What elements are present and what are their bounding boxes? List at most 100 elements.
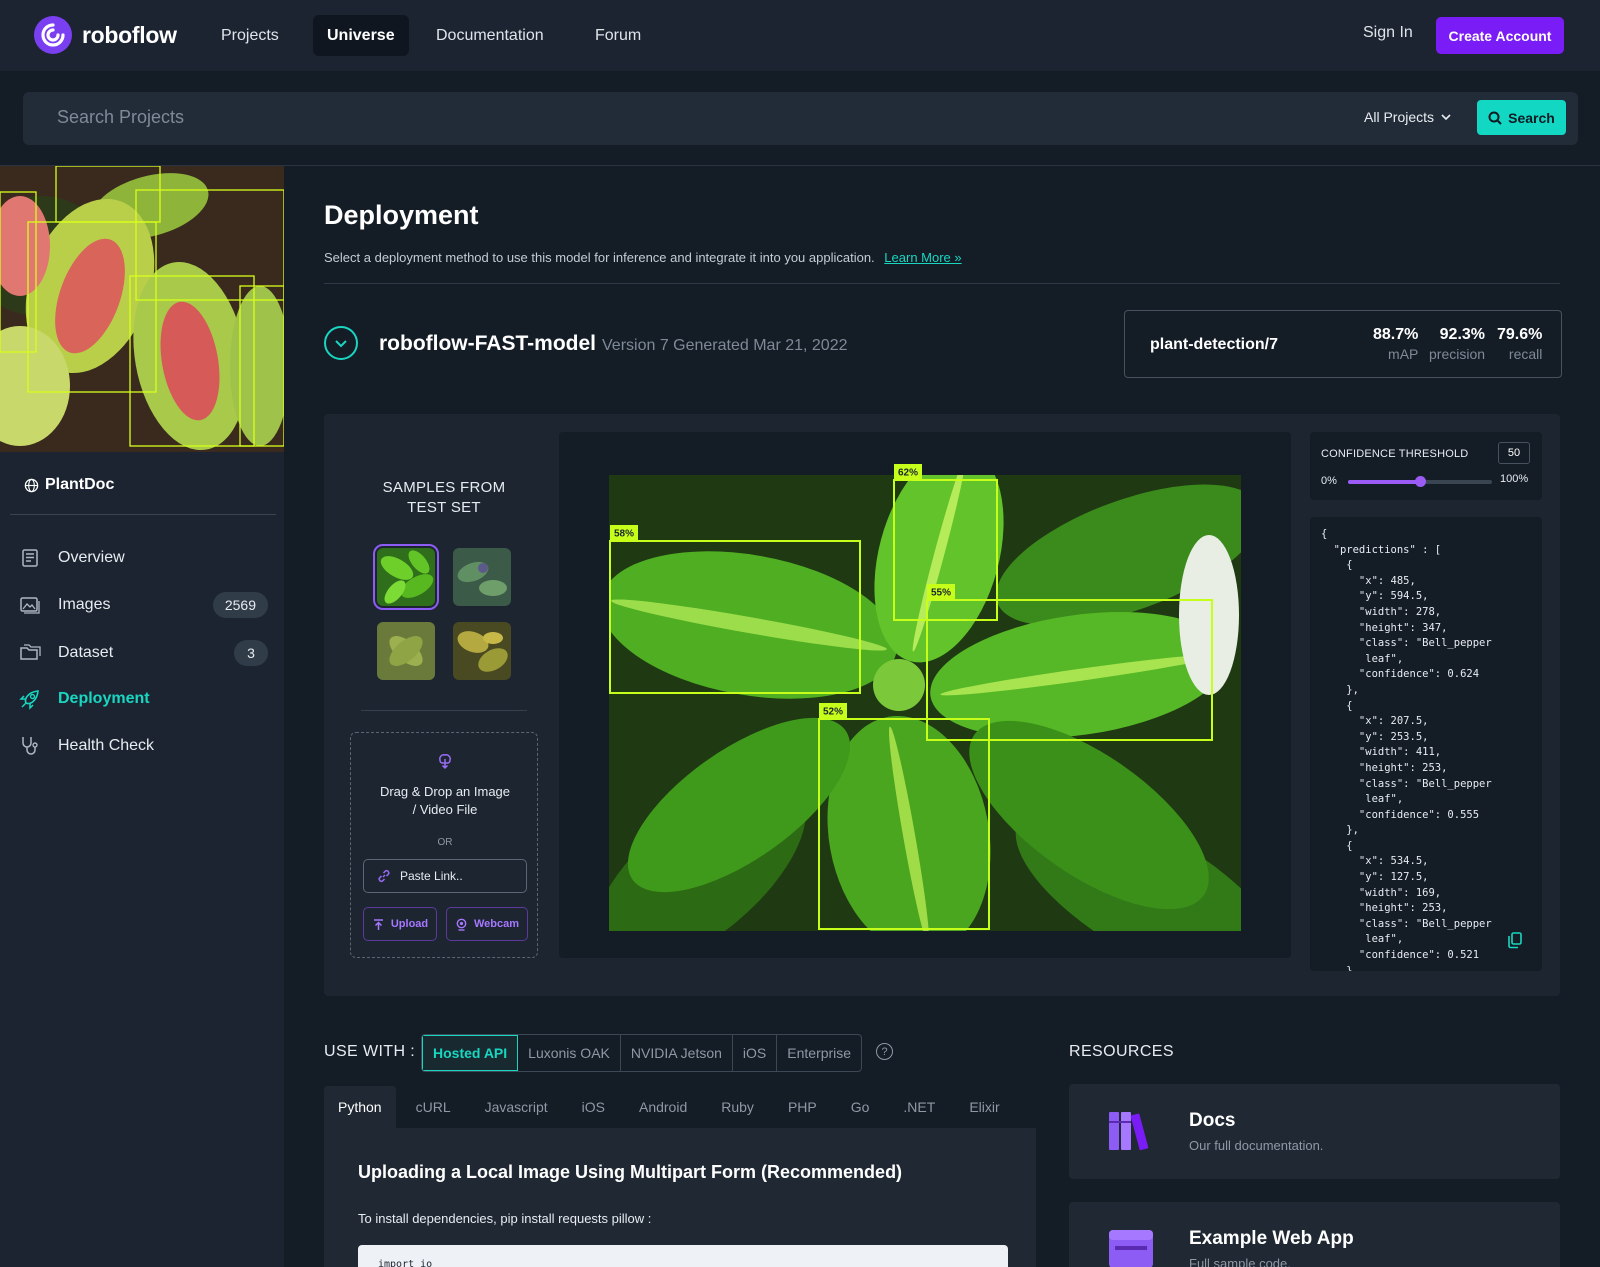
search-input[interactable]: [57, 107, 957, 128]
content-divider: [324, 283, 1560, 284]
resource-subtitle: Full sample code.: [1189, 1256, 1291, 1267]
project-name[interactable]: PlantDoc: [24, 476, 114, 494]
sidebar-item-label: Images: [58, 596, 111, 613]
inference-panel: SAMPLES FROM TEST SET Drag & Drop an Ima…: [324, 414, 1560, 996]
roboflow-logo-icon: [34, 16, 72, 54]
threshold-slider-fill: [1348, 480, 1420, 484]
detection-confidence-label: 52%: [823, 707, 843, 718]
code-block[interactable]: import io: [358, 1245, 1008, 1267]
sign-in-link[interactable]: Sign In: [1363, 24, 1413, 42]
tab-python[interactable]: Python: [324, 1086, 396, 1128]
sidebar-divider: [10, 514, 276, 515]
threshold-slider[interactable]: [1348, 476, 1492, 487]
threshold-value-input[interactable]: 50: [1498, 442, 1530, 464]
create-account-button[interactable]: Create Account: [1436, 17, 1564, 54]
images-count-badge: 2569: [212, 592, 268, 618]
target-luxonis-oak[interactable]: Luxonis OAK: [518, 1035, 621, 1071]
samples-title-line: TEST SET: [407, 499, 481, 516]
chevron-down-icon: [1441, 114, 1451, 121]
metric-value: 92.3%: [1439, 326, 1486, 343]
globe-icon: [24, 478, 39, 492]
resource-subtitle: Our full documentation.: [1189, 1138, 1324, 1153]
upload-button-label: Upload: [390, 918, 429, 930]
sidebar-item-health-check[interactable]: Health Check: [18, 731, 268, 761]
detection-box: 52%: [818, 703, 990, 930]
samples-title-line: SAMPLES FROM: [382, 479, 506, 496]
target-nvidia-jetson[interactable]: NVIDIA Jetson: [621, 1035, 733, 1071]
detection-overlay: 62% 58% 55% 52%: [609, 464, 1213, 930]
metric-value: 79.6%: [1497, 326, 1543, 343]
resource-card-docs[interactable]: Docs Our full documentation.: [1069, 1084, 1560, 1179]
metric-value: 88.7%: [1373, 326, 1419, 343]
target-enterprise[interactable]: Enterprise: [777, 1035, 861, 1071]
code-panel: Uploading a Local Image Using Multipart …: [324, 1128, 1036, 1267]
nav-forum[interactable]: Forum: [581, 15, 655, 56]
sample-thumbnail[interactable]: [373, 544, 439, 610]
search-scope-dropdown[interactable]: All Projects: [1364, 109, 1452, 125]
learn-more-link[interactable]: Learn More »: [884, 250, 961, 265]
metric-map: 88.7% mAP: [1373, 326, 1418, 362]
document-icon: [18, 546, 42, 570]
paste-link-input[interactable]: Paste Link..: [363, 859, 527, 893]
folder-icon: [18, 641, 42, 665]
sample-thumbnail[interactable]: [377, 622, 435, 680]
predictions-json-panel: { "predictions" : [ { "x": 485, "y": 594…: [1310, 517, 1542, 971]
sidebar-item-dataset[interactable]: Dataset 3: [18, 638, 268, 668]
target-ios[interactable]: iOS: [733, 1035, 778, 1071]
confidence-threshold-control: CONFIDENCE THRESHOLD 50 0% 100%: [1310, 432, 1542, 500]
install-instructions: To install dependencies, pip install req…: [358, 1211, 652, 1226]
webcam-button[interactable]: Webcam: [446, 907, 528, 941]
file-dropzone[interactable]: Drag & Drop an Image / Video File OR Pas…: [350, 732, 538, 958]
dataset-count-badge: 3: [234, 640, 268, 666]
sidebar-item-overview[interactable]: Overview: [18, 543, 268, 573]
tab-elixir[interactable]: Elixir: [955, 1086, 1013, 1128]
upload-button[interactable]: Upload: [363, 907, 437, 941]
deployment-target-selector: Hosted API Luxonis OAK NVIDIA Jetson iOS…: [421, 1034, 863, 1072]
sample-thumbnail[interactable]: [453, 548, 511, 606]
tab-go[interactable]: Go: [837, 1086, 884, 1128]
nav-projects[interactable]: Projects: [207, 15, 293, 56]
model-metrics-card: plant-detection/7 88.7% mAP 92.3% precis…: [1124, 310, 1562, 378]
tab-android[interactable]: Android: [625, 1086, 701, 1128]
help-icon[interactable]: ?: [876, 1043, 893, 1060]
page-description-text: Select a deployment method to use this m…: [324, 250, 875, 265]
search-button-label: Search: [1508, 109, 1555, 126]
tab-javascript[interactable]: Javascript: [471, 1086, 562, 1128]
metric-label: mAP: [1388, 346, 1419, 362]
target-hosted-api[interactable]: Hosted API: [422, 1035, 519, 1071]
search-button[interactable]: Search: [1477, 100, 1566, 135]
metric-precision: 92.3% precision: [1429, 326, 1485, 362]
metric-label: recall: [1508, 346, 1543, 362]
chevron-down-icon: [335, 340, 347, 348]
dropzone-text-line: Drag & Drop an Image: [379, 784, 511, 799]
roboflow-logo[interactable]: roboflow: [34, 16, 177, 54]
detection-box-outline: [609, 540, 861, 694]
tab-ios[interactable]: iOS: [568, 1086, 619, 1128]
upload-icon: [373, 918, 383, 930]
sidebar-item-images[interactable]: Images 2569: [18, 590, 268, 620]
sidebar-item-deployment[interactable]: Deployment: [18, 684, 268, 714]
tab-ruby[interactable]: Ruby: [707, 1086, 768, 1128]
resource-card-example-web-app[interactable]: Example Web App Full sample code.: [1069, 1202, 1560, 1267]
samples-divider: [361, 710, 527, 711]
project-cover-image: [0, 166, 284, 452]
brand-name: roboflow: [82, 21, 177, 48]
tab-curl[interactable]: cURL: [402, 1086, 465, 1128]
sample-thumbnail[interactable]: [453, 622, 511, 680]
metric-recall: 79.6% recall: [1497, 326, 1542, 362]
model-collapse-toggle[interactable]: [324, 326, 358, 360]
detection-box: 58%: [609, 525, 861, 694]
detection-box-outline: [818, 718, 990, 930]
code-snippet: import io: [378, 1259, 433, 1267]
rocket-icon: [18, 687, 42, 711]
language-tabs: Python cURL Javascript iOS Android Ruby …: [324, 1086, 1020, 1128]
tab-php[interactable]: PHP: [774, 1086, 831, 1128]
dropzone-text: Drag & Drop an Image / Video File: [351, 783, 539, 819]
nav-universe[interactable]: Universe: [313, 15, 409, 56]
browser-window-icon: [1107, 1226, 1155, 1267]
tab-dotnet[interactable]: .NET: [889, 1086, 949, 1128]
nav-documentation[interactable]: Documentation: [422, 15, 558, 56]
copy-icon[interactable]: [1506, 931, 1524, 954]
threshold-slider-handle[interactable]: [1415, 476, 1426, 487]
threshold-title: CONFIDENCE THRESHOLD: [1321, 448, 1469, 460]
